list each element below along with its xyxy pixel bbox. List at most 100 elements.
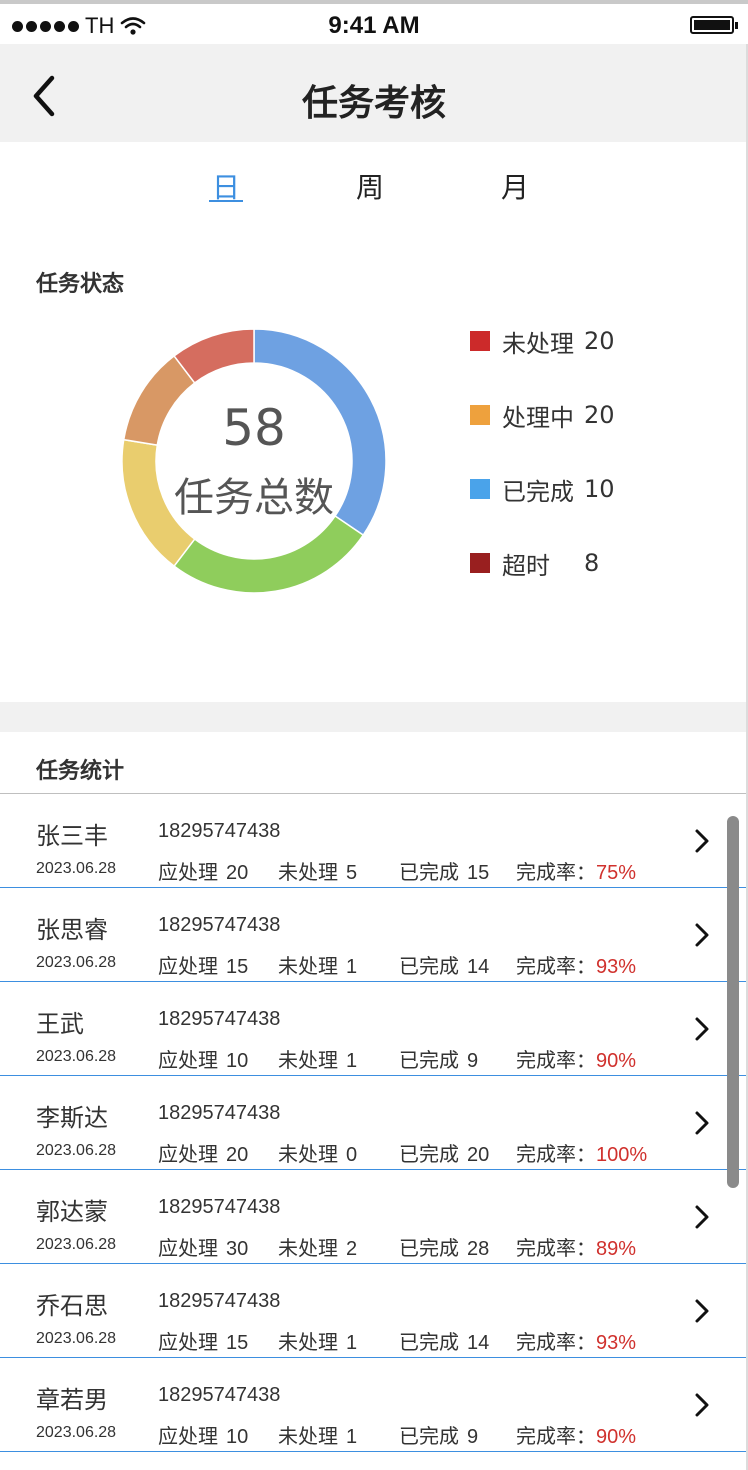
should-handle-value: 15 — [226, 956, 249, 978]
table-row[interactable]: 章若男 18295747438 2023.06.28 应处理 10 未处理 1 已完成 9 完成率… — [0, 1358, 748, 1452]
table-row[interactable]: 张思睿 18295747438 2023.06.28 应处理 15 未处理 1 已完成 14 完成… — [0, 888, 748, 982]
staff-name: 乔石思 — [36, 1292, 108, 1320]
table-row[interactable]: 乔石思 18295747438 2023.06.28 应处理 15 未处理 1 已完成 14 完成… — [0, 1264, 748, 1358]
should-handle-label: 应处理 — [158, 860, 218, 884]
battery-icon — [690, 16, 738, 34]
rate-value: 89% — [596, 1238, 637, 1260]
done-value: 15 — [467, 862, 490, 884]
pending-label: 未处理 — [278, 1330, 338, 1354]
rate-value: 93% — [596, 956, 637, 978]
should-handle-label: 应处理 — [158, 1424, 218, 1448]
done-label: 已完成 — [399, 954, 459, 978]
done-value: 14 — [467, 1332, 490, 1354]
pending-value: 1 — [346, 956, 358, 978]
table-row[interactable]: 张三丰 18295747438 2023.06.28 应处理 20 未处理 5 已完成 15 完成… — [0, 794, 748, 888]
pending-label: 未处理 — [278, 954, 338, 978]
done-count: 已完成 9 — [399, 1044, 478, 1073]
tab-week[interactable]: 周 — [340, 166, 400, 206]
staff-name: 郭达蒙 — [36, 1198, 108, 1226]
staff-name: 章若男 — [36, 1386, 108, 1414]
period-tabs: 日 周 月 — [0, 142, 748, 222]
pending-label: 未处理 — [278, 860, 338, 884]
status-bar: TH 9:41 AM — [0, 4, 748, 44]
chevron-right-icon — [695, 1205, 709, 1229]
done-count: 已完成 14 — [399, 950, 489, 979]
legend-item-processing: 处理中 20 — [470, 397, 615, 433]
should-handle-value: 10 — [226, 1050, 249, 1072]
staff-phone: 18295747438 — [158, 820, 281, 842]
rate-label: 完成率： — [516, 1236, 596, 1260]
rate-label: 完成率： — [516, 1424, 596, 1448]
staff-phone: 18295747438 — [158, 1008, 281, 1030]
pending-value: 1 — [346, 1050, 358, 1072]
should-handle-value: 30 — [226, 1238, 249, 1260]
legend-swatch — [470, 331, 490, 351]
pending-count: 未处理 5 — [278, 856, 357, 885]
tab-month[interactable]: 月 — [485, 166, 545, 206]
should-handle: 应处理 10 — [158, 1420, 248, 1449]
done-value: 14 — [467, 956, 490, 978]
done-count: 已完成 9 — [399, 1420, 478, 1449]
done-label: 已完成 — [399, 1236, 459, 1260]
done-value: 9 — [467, 1426, 479, 1448]
legend-value: 10 — [584, 475, 615, 503]
rate-value: 90% — [596, 1426, 637, 1448]
should-handle-label: 应处理 — [158, 1236, 218, 1260]
pending-count: 未处理 1 — [278, 1420, 357, 1449]
row-date: 2023.06.28 — [36, 860, 117, 877]
row-date: 2023.06.28 — [36, 1142, 117, 1159]
legend-value: 20 — [584, 401, 615, 429]
pending-count: 未处理 0 — [278, 1138, 357, 1167]
completion-rate: 完成率：89% — [516, 1232, 636, 1261]
donut-svg — [121, 328, 387, 594]
table-row[interactable]: 王武 18295747438 2023.06.28 应处理 10 未处理 1 已完成 9 完成率：… — [0, 982, 748, 1076]
row-date: 2023.06.28 — [36, 1048, 117, 1065]
done-value: 20 — [467, 1144, 490, 1166]
done-label: 已完成 — [399, 860, 459, 884]
should-handle-label: 应处理 — [158, 1330, 218, 1354]
legend-label: 处理中 — [502, 403, 574, 432]
rate-label: 完成率： — [516, 1142, 596, 1166]
pending-value: 5 — [346, 862, 358, 884]
legend-swatch — [470, 479, 490, 499]
done-count: 已完成 28 — [399, 1232, 489, 1261]
rate-label: 完成率： — [516, 1048, 596, 1072]
row-date: 2023.06.28 — [36, 1236, 117, 1253]
nav-bar: 任务考核 — [0, 44, 748, 142]
chevron-right-icon — [695, 829, 709, 853]
rate-value: 100% — [596, 1144, 648, 1166]
donut-segment-1 — [173, 514, 365, 594]
chevron-right-icon — [695, 923, 709, 947]
pending-count: 未处理 1 — [278, 1044, 357, 1073]
staff-phone: 18295747438 — [158, 1196, 281, 1218]
scrollbar[interactable] — [727, 816, 739, 1188]
task-status-title: 任务状态 — [36, 272, 125, 297]
row-date: 2023.06.28 — [36, 1330, 117, 1347]
chevron-right-icon — [695, 1299, 709, 1323]
task-total-value: 58 — [222, 399, 286, 457]
completion-rate: 完成率：90% — [516, 1420, 636, 1449]
pending-value: 1 — [346, 1426, 358, 1448]
done-count: 已完成 14 — [399, 1326, 489, 1355]
staff-phone: 18295747438 — [158, 1290, 281, 1312]
done-label: 已完成 — [399, 1142, 459, 1166]
completion-rate: 完成率：75% — [516, 856, 636, 885]
pending-value: 0 — [346, 1144, 358, 1166]
table-row[interactable]: 郭达蒙 18295747438 2023.06.28 应处理 30 未处理 2 已完成 28 完成… — [0, 1170, 748, 1264]
page-title: 任务考核 — [301, 83, 446, 124]
pending-label: 未处理 — [278, 1236, 338, 1260]
table-row[interactable]: 李斯达 18295747438 2023.06.28 应处理 20 未处理 0 已完成 20 完成… — [0, 1076, 748, 1170]
should-handle-value: 20 — [226, 862, 249, 884]
completion-rate: 完成率：93% — [516, 1326, 636, 1355]
should-handle: 应处理 20 — [158, 1138, 248, 1167]
staff-name: 李斯达 — [36, 1104, 108, 1132]
chevron-right-icon — [695, 1017, 709, 1041]
completion-rate: 完成率：100% — [516, 1138, 647, 1167]
row-date: 2023.06.28 — [36, 954, 117, 971]
should-handle-label: 应处理 — [158, 1048, 218, 1072]
rate-value: 75% — [596, 862, 637, 884]
pending-label: 未处理 — [278, 1424, 338, 1448]
legend-swatch — [470, 553, 490, 573]
active-tab-indicator — [209, 200, 243, 202]
done-label: 已完成 — [399, 1424, 459, 1448]
